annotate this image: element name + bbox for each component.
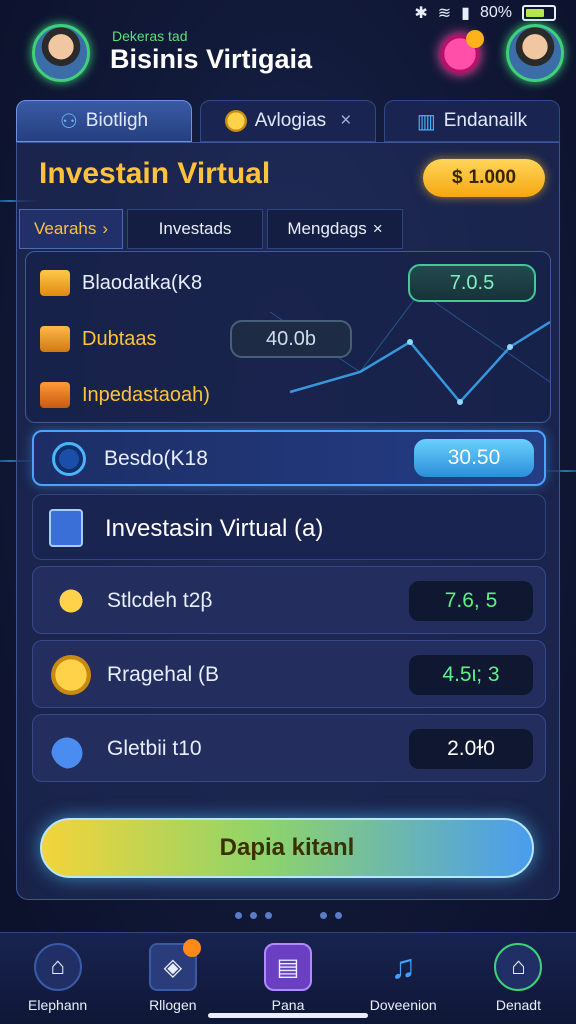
users-icon: ⚇ — [59, 110, 78, 133]
stat-label: Blaodatka(K8 — [82, 271, 203, 294]
subtab-label: Mengdags — [287, 219, 367, 238]
tab-biotligh[interactable]: ⚇ Biotligh — [16, 100, 192, 142]
close-icon[interactable]: × — [340, 110, 351, 132]
asset-row[interactable]: Gletbii t10 2.0ɫ0 — [32, 714, 546, 782]
tab-label: Endanailk — [443, 110, 528, 131]
signal-icon: ▮ — [461, 5, 470, 22]
sub-tabs: Vearahs › Investads Mengdags × — [19, 209, 404, 249]
asset-row[interactable]: Stlcdeh t2β 7.6, 5 — [32, 566, 546, 634]
notification-badge-icon[interactable] — [440, 30, 484, 74]
app-header: Dekeras tad Bisinis Virtigaia — [0, 22, 576, 92]
nav-item-account[interactable]: ⌂ Denadt — [461, 933, 576, 1024]
stat-label: Dubtaas — [82, 327, 157, 350]
stats-box: Blaodatka(K8 Dubtaas Inpedastaoah) 7.0.5… — [25, 251, 551, 423]
bar-chart-icon: ▥ — [416, 110, 436, 133]
growth-chart-icon — [40, 382, 70, 408]
briefcase-icon: ◈ — [148, 939, 201, 991]
gold-bar-icon — [40, 270, 70, 296]
panel-title: Investain Virtual — [39, 157, 271, 190]
stat-label: Inpedastaoah) — [82, 383, 210, 406]
music-icon: ♫ — [390, 947, 416, 986]
bluetooth-icon: ✱ — [414, 5, 428, 22]
page-dot — [249, 912, 257, 919]
store-icon: ▤ — [264, 943, 312, 991]
coin-icon — [466, 30, 484, 48]
subtab-vearahs[interactable]: Vearahs › — [19, 209, 124, 249]
profile-avatar[interactable] — [506, 24, 564, 82]
nav-item-music[interactable]: ♫ Doveenion — [346, 933, 461, 1024]
page-dot — [234, 912, 242, 919]
tab-label: Avlogias — [254, 110, 327, 131]
home-icon: ⌂ — [33, 943, 82, 991]
bottom-nav: ⌂ Elephann ◈ Rllogen ▤ Pana ♫ Doveenion … — [0, 932, 576, 1024]
battery-text: 80% — [479, 4, 512, 21]
highlight-label: Besdo(K18 — [104, 447, 208, 470]
avatar[interactable] — [32, 24, 90, 82]
lock-home-icon: ⌂ — [494, 943, 543, 991]
nav-label: Doveenion — [369, 997, 437, 1013]
rocket-icon — [51, 581, 91, 621]
stat-value: 7.0.5 — [408, 264, 536, 302]
coin-balance[interactable]: $ 1.000 — [423, 159, 545, 197]
tab-avlogias[interactable]: Avlogias × — [200, 100, 376, 142]
highlight-row[interactable]: Besdo(K18 30.50 — [32, 430, 546, 486]
subtab-label: Vearahs — [34, 219, 97, 238]
stat-row: Inpedastaoah) — [40, 382, 210, 408]
notification-badge — [182, 939, 201, 957]
section-header: Investasin Virtual (a) — [32, 494, 546, 560]
checklist-icon — [49, 509, 83, 547]
clock-icon — [52, 442, 86, 476]
document-icon — [40, 326, 70, 352]
home-indicator — [208, 1013, 368, 1018]
battery-icon — [522, 5, 556, 21]
asset-label: Stlcdeh t2β — [107, 589, 213, 612]
page-dot — [264, 912, 272, 919]
nav-label: Pana — [271, 997, 305, 1013]
asset-label: Gletbii t10 — [107, 737, 202, 760]
nav-item-store[interactable]: ▤ Pana — [230, 933, 345, 1024]
nav-item-portfolio[interactable]: ◈ Rllogen — [115, 933, 230, 1024]
asset-row[interactable]: Rragehal (B 4.5ι; 3 — [32, 640, 546, 708]
chevron-right-icon: › — [102, 219, 109, 238]
page-dot — [319, 912, 327, 919]
stat-value: 40.0b — [230, 320, 352, 358]
nav-label: Denadt — [495, 997, 541, 1013]
nav-label: Rllogen — [149, 997, 197, 1013]
tab-label: Biotligh — [85, 110, 149, 131]
briefcase-glyph: ◈ — [163, 953, 183, 981]
asset-value: 2.0ɫ0 — [409, 729, 533, 769]
primary-action-button[interactable]: Dapia kitanl — [40, 818, 534, 878]
cloud-icon — [51, 729, 91, 769]
subtab-mengdags[interactable]: Mengdags × — [267, 209, 404, 249]
subtab-investads[interactable]: Investads — [127, 209, 264, 249]
header-subtitle: Dekeras tad — [112, 28, 188, 44]
asset-value: 7.6, 5 — [409, 581, 533, 621]
stat-row: Dubtaas — [40, 326, 157, 352]
dollar-icon: $ — [451, 167, 463, 188]
top-tabs: ⚇ Biotligh Avlogias × ▥ Endanailk — [16, 100, 560, 142]
stat-row: Blaodatka(K8 — [40, 270, 202, 296]
gold-coin-icon — [51, 655, 91, 695]
asset-label: Rragehal (B — [107, 663, 220, 686]
wifi-icon: ≋ — [437, 5, 452, 22]
nav-item-home[interactable]: ⌂ Elephann — [0, 933, 115, 1024]
section-label: Investasin Virtual (a) — [105, 515, 324, 542]
close-icon[interactable]: × — [373, 219, 383, 239]
highlight-value: 30.50 — [414, 439, 534, 477]
page-dot — [334, 912, 342, 919]
app-title: Bisinis Virtigaia — [110, 44, 313, 74]
tab-endanailk[interactable]: ▥ Endanailk — [384, 100, 560, 142]
asset-value: 4.5ι; 3 — [409, 655, 533, 695]
coin-balance-value: 1.000 — [468, 167, 517, 188]
coin-icon — [224, 110, 247, 132]
page-indicator — [0, 912, 576, 919]
nav-label: Elephann — [28, 997, 88, 1013]
subtab-label: Investads — [158, 219, 232, 238]
